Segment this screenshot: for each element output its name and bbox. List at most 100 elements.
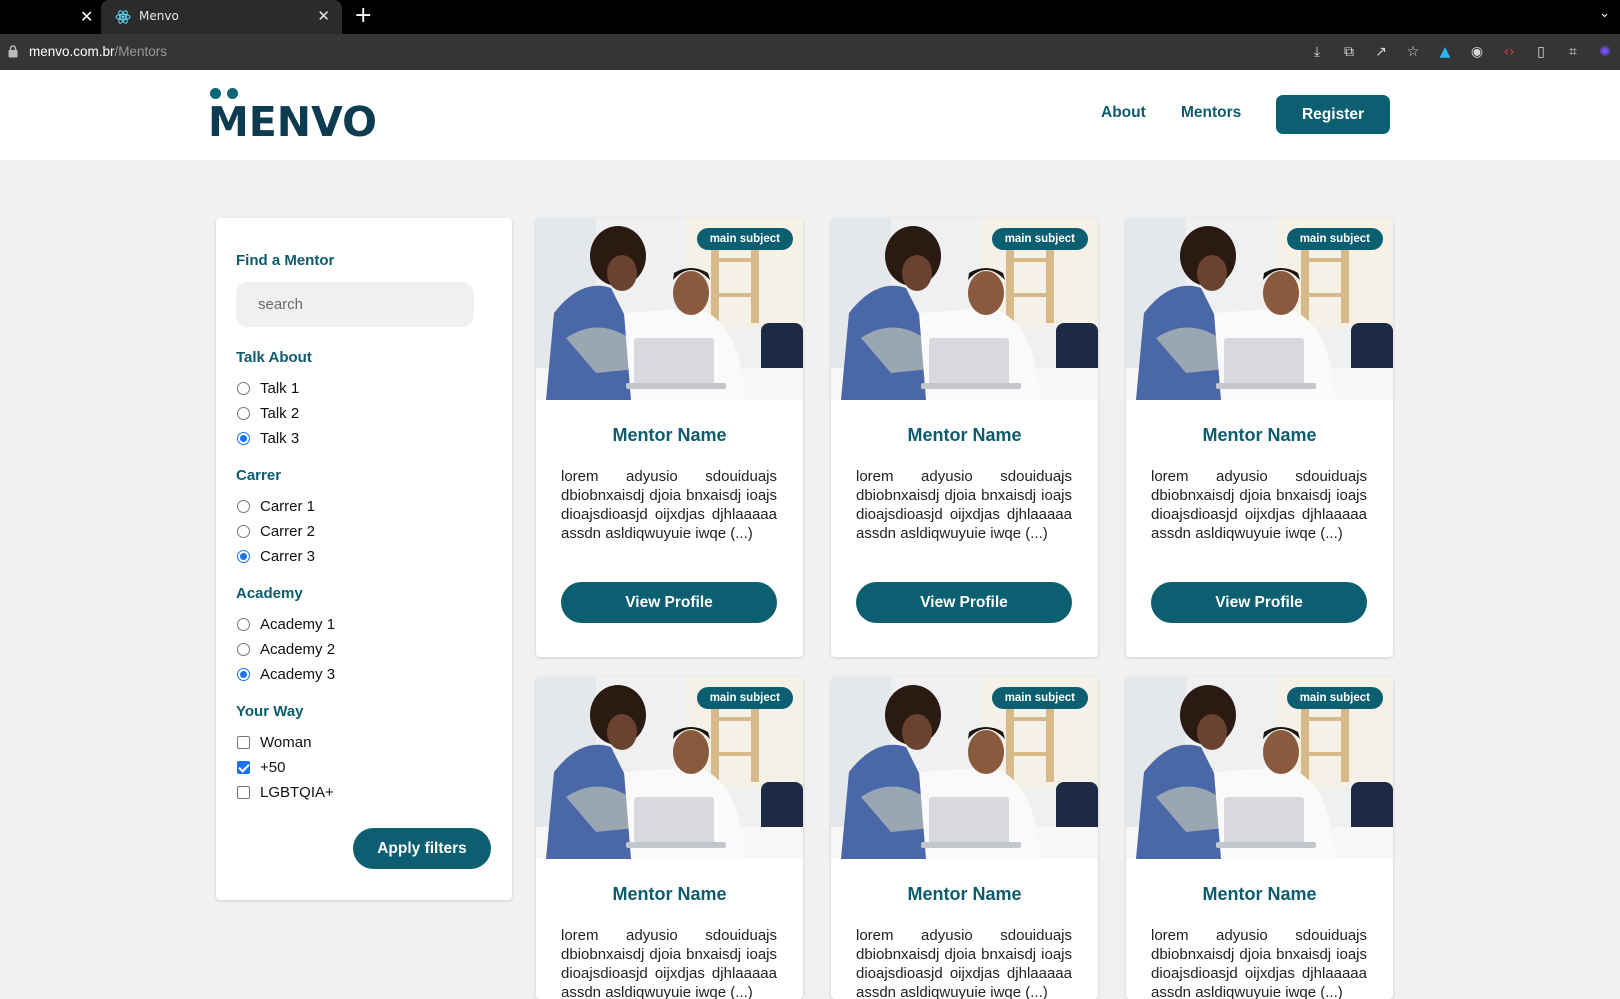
radio-button[interactable] xyxy=(237,524,250,538)
sidebar-icon[interactable]: ▯ xyxy=(1532,43,1550,61)
url-path: /Mentors xyxy=(114,44,168,59)
option-label: Academy 3 xyxy=(260,665,336,683)
main-subject-badge: main subject xyxy=(696,228,793,250)
code-icon[interactable]: ‹› xyxy=(1500,43,1518,61)
option-label: Talk 3 xyxy=(260,429,300,447)
mentor-description: lorem adyusio sdouiduajs dbiobnxaisdj dj… xyxy=(856,927,1072,999)
search-placeholder: search xyxy=(258,296,304,313)
radio-button-selected[interactable] xyxy=(237,549,250,563)
mentor-card[interactable]: main subject Mentor Name lorem adyusio s… xyxy=(1126,677,1393,999)
option-label: Carrer 3 xyxy=(260,547,316,565)
mentor-name: Mentor Name xyxy=(612,425,727,445)
mentor-card[interactable]: main subject Mentor Name lorem adyusio s… xyxy=(831,218,1098,657)
mentor-name: Mentor Name xyxy=(1202,884,1317,904)
option-label: Woman xyxy=(260,733,312,751)
option-label: LGBTQIA+ xyxy=(260,783,334,801)
nav-link-about[interactable]: About xyxy=(1101,104,1146,122)
carrer-title: Carrer xyxy=(236,467,282,484)
filters-panel: Find a Mentor search Talk About Talk 1 T… xyxy=(216,218,512,900)
talk-about-title: Talk About xyxy=(236,349,312,366)
radio-button-selected[interactable] xyxy=(237,667,250,681)
radio-button[interactable] xyxy=(237,642,250,656)
menvo-logo[interactable]: MENVO xyxy=(208,88,377,146)
main-subject-badge: main subject xyxy=(991,687,1088,709)
carrer-option[interactable]: Carrer 1 xyxy=(237,496,315,516)
download-icon[interactable]: ⤓ xyxy=(1308,43,1326,61)
academy-option[interactable]: Academy 1 xyxy=(237,614,335,634)
tab-title: Menvo xyxy=(139,9,179,23)
find-mentor-title: Find a Mentor xyxy=(236,252,335,269)
mentor-description: lorem adyusio sdouiduajs dbiobnxaisdj dj… xyxy=(856,468,1072,542)
new-tab-icon[interactable]: + xyxy=(354,3,372,28)
academy-title: Academy xyxy=(236,585,303,602)
your-way-option[interactable]: Woman xyxy=(237,732,311,752)
academy-option[interactable]: Academy 3 xyxy=(237,664,335,684)
mentor-description: lorem adyusio sdouiduajs dbiobnxaisdj dj… xyxy=(1151,468,1367,542)
view-profile-button[interactable]: View Profile xyxy=(1151,582,1367,623)
main-subject-badge: main subject xyxy=(1286,228,1383,250)
carrer-option[interactable]: Carrer 2 xyxy=(237,521,315,541)
site-header: MENVO About Mentors Register xyxy=(0,70,1620,160)
chevron-down-icon[interactable]: ⌄ xyxy=(1599,6,1610,21)
mentor-description: lorem adyusio sdouiduajs dbiobnxaisdj dj… xyxy=(1151,927,1367,999)
your-way-option[interactable]: LGBTQIA+ xyxy=(237,782,334,802)
lock-icon xyxy=(8,45,18,58)
option-label: Academy 2 xyxy=(260,640,336,658)
translate-icon[interactable]: ⧉ xyxy=(1340,43,1358,61)
carrer-option[interactable]: Carrer 3 xyxy=(237,546,315,566)
talk-option[interactable]: Talk 3 xyxy=(237,428,299,448)
crop-icon[interactable]: ⌗ xyxy=(1564,43,1582,61)
option-label: Talk 2 xyxy=(260,404,300,422)
main-subject-badge: main subject xyxy=(991,228,1088,250)
main-subject-badge: main subject xyxy=(696,687,793,709)
mentor-description: lorem adyusio sdouiduajs dbiobnxaisdj dj… xyxy=(561,468,777,542)
radio-button[interactable] xyxy=(237,381,250,395)
react-favicon-icon xyxy=(115,10,131,24)
checkbox-checked[interactable] xyxy=(237,760,250,774)
logo-text: MENVO xyxy=(208,98,377,146)
view-profile-button[interactable]: View Profile xyxy=(561,582,777,623)
radio-button[interactable] xyxy=(237,406,250,420)
view-profile-button[interactable]: View Profile xyxy=(856,582,1072,623)
option-label: Talk 1 xyxy=(260,379,300,397)
mentor-name: Mentor Name xyxy=(907,425,1022,445)
checkbox[interactable] xyxy=(237,785,250,799)
extension-icon[interactable]: ▲ xyxy=(1436,43,1454,61)
register-button[interactable]: Register xyxy=(1276,95,1390,134)
your-way-option[interactable]: +50 xyxy=(237,757,285,777)
star-icon[interactable]: ☆ xyxy=(1404,43,1422,61)
address-bar[interactable]: menvo.com.br/Mentors ⤓ ⧉ ↗ ☆ ▲ ◉ ‹› ▯ ⌗ … xyxy=(0,34,1620,70)
main-subject-badge: main subject xyxy=(1286,687,1383,709)
camera-icon[interactable]: ◉ xyxy=(1468,43,1486,61)
academy-option[interactable]: Academy 2 xyxy=(237,639,335,659)
radio-button[interactable] xyxy=(237,499,250,513)
mentor-name: Mentor Name xyxy=(1202,425,1317,445)
talk-option[interactable]: Talk 2 xyxy=(237,403,299,423)
mentor-description: lorem adyusio sdouiduajs dbiobnxaisdj dj… xyxy=(561,927,777,999)
mentor-card[interactable]: main subject Mentor Name lorem adyusio s… xyxy=(536,218,803,657)
url-text[interactable]: menvo.com.br/Mentors xyxy=(29,44,167,59)
mentor-card[interactable]: main subject Mentor Name lorem adyusio s… xyxy=(1126,218,1393,657)
mentor-card[interactable]: main subject Mentor Name lorem adyusio s… xyxy=(831,677,1098,999)
apply-filters-button[interactable]: Apply filters xyxy=(353,828,491,869)
radio-button[interactable] xyxy=(237,617,250,631)
radio-button-selected[interactable] xyxy=(237,431,250,445)
mentor-name: Mentor Name xyxy=(907,884,1022,904)
talk-option[interactable]: Talk 1 xyxy=(237,378,299,398)
browser-toolbar-icons: ⤓ ⧉ ↗ ☆ ▲ ◉ ‹› ▯ ⌗ ✺ xyxy=(1308,34,1620,70)
mentor-card[interactable]: main subject Mentor Name lorem adyusio s… xyxy=(536,677,803,999)
share-icon[interactable]: ↗ xyxy=(1372,43,1390,61)
mentor-name: Mentor Name xyxy=(612,884,727,904)
close-tab-icon[interactable]: ✕ xyxy=(317,7,330,25)
search-input[interactable]: search xyxy=(236,282,474,327)
option-label: Academy 1 xyxy=(260,615,336,633)
close-tab-icon[interactable]: ✕ xyxy=(80,7,93,26)
profile-icon[interactable]: ✺ xyxy=(1596,43,1614,61)
nav-link-mentors[interactable]: Mentors xyxy=(1181,104,1241,122)
tab-menvo[interactable]: Menvo ✕ xyxy=(101,0,342,34)
checkbox[interactable] xyxy=(237,735,250,749)
browser-tab-bar: ✕ Menvo ✕ + ⌄ xyxy=(0,0,1620,34)
option-label: Carrer 1 xyxy=(260,497,316,515)
your-way-title: Your Way xyxy=(236,703,304,720)
option-label: Carrer 2 xyxy=(260,522,316,540)
